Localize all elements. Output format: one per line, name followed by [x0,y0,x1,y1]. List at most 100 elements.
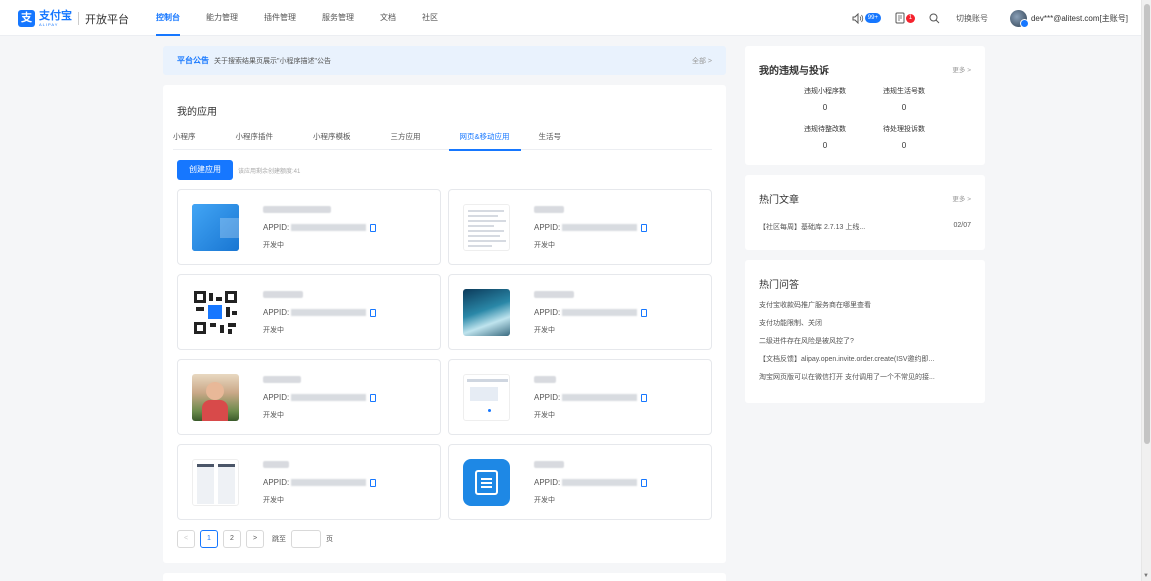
goto-page-input[interactable] [291,530,321,548]
violations-card: 我的违规与投诉 更多 > 违规小程序数 0 违规生活号数 0 违规待整改数 0 … [745,46,985,165]
stat-value: 0 [901,103,907,112]
app-status: 开发中 [263,497,284,504]
copy-icon[interactable] [641,308,648,317]
switch-account-link[interactable]: 切换账号 [956,13,988,24]
app-thumbnail [463,204,510,251]
nav-item-community[interactable]: 社区 [422,0,438,36]
alipay-logo[interactable]: 支 支付宝 ALIPAY 开放平台 [18,10,129,27]
hot-questions-card: 热门问答 支付宝收款码推广服务商在哪里查看 支付功能限制、关闭 二级进件存在风险… [745,260,985,403]
logo-text-cn: 支付宝 [39,9,72,22]
stat-label: 违规待整改数 [804,126,846,133]
app-card[interactable]: APPID: 开发中 [448,444,712,520]
todo-button[interactable]: 1 [895,12,915,24]
copy-icon[interactable] [370,478,377,487]
appid-label: APPID: [263,308,290,317]
app-name-redacted [263,461,289,468]
article-item[interactable]: 【社区每周】基础库 2.7.13 上线... 02/07 [759,222,971,232]
page-1-button[interactable]: 1 [200,530,218,548]
tab-mini-program-template[interactable]: 小程序模板 [301,130,379,150]
app-thumbnail [463,459,510,506]
question-item[interactable]: 淘宝网页版可以在微信打开 支付调用了一个不常见的接... [759,372,935,382]
create-quota-text: 该应用剩余创建额度:41 [238,169,301,175]
announcement-text[interactable]: 关于搜索结果页展示"小程序描述"公告 [214,56,331,66]
nav-item-console[interactable]: 控制台 [156,0,180,36]
tab-mini-program[interactable]: 小程序 [173,130,224,150]
question-item[interactable]: 支付功能限制、关闭 [759,318,822,328]
stat-violating-life-accounts[interactable]: 违规生活号数 0 [864,86,944,112]
page-scrollbar[interactable]: ▼ [1141,0,1151,581]
app-card[interactable]: APPID: 开发中 [177,359,441,435]
hot-articles-more-link[interactable]: 更多 > [952,193,971,203]
logo-text: 支付宝 ALIPAY [39,9,72,27]
my-apps-title: 我的应用 [177,107,217,118]
nav-item-docs[interactable]: 文档 [380,0,396,36]
copy-icon[interactable] [370,308,377,317]
page-2-button[interactable]: 2 [223,530,241,548]
app-status: 开发中 [534,242,555,249]
app-card[interactable]: APPID: 开发中 [448,359,712,435]
app-card[interactable]: APPID: 开发中 [177,444,441,520]
prev-page-button[interactable]: < [177,530,195,548]
scrollbar-thumb[interactable] [1144,4,1150,444]
stat-label: 违规生活号数 [883,88,925,95]
logo-divider [78,12,79,25]
stat-value: 0 [822,141,828,150]
stat-pending-complaints[interactable]: 待处理投诉数 0 [864,124,944,150]
question-item[interactable]: 二级进件存在风险是被风控了? [759,336,854,346]
tab-mini-program-plugin[interactable]: 小程序插件 [224,130,302,150]
user-menu[interactable]: dev***@alitest.com[主账号] [1009,9,1128,28]
appid-value-redacted [562,224,638,231]
goto-label: 跳至 [272,536,286,543]
notification-badge: 99+ [864,13,881,23]
scroll-down-arrow-icon[interactable]: ▼ [1143,573,1149,579]
article-date: 02/07 [953,222,971,229]
article-title: 【社区每周】基础库 2.7.13 上线... [759,224,866,231]
copy-icon[interactable] [370,223,377,232]
tab-web-mobile-apps[interactable]: 网页&移动应用 [448,130,521,151]
question-item[interactable]: 【文档反馈】alipay.open.invite.order.create(IS… [759,354,934,364]
announcement-label: 平台公告 [177,56,209,65]
announcement-all-link[interactable]: 全部 > [692,56,712,66]
app-status: 开发中 [534,327,555,334]
app-card[interactable]: APPID: 开发中 [177,189,441,265]
app-thumbnail [192,289,239,336]
app-name-redacted [534,206,564,213]
copy-icon[interactable] [641,478,648,487]
copy-icon[interactable] [641,223,648,232]
next-page-button[interactable]: > [246,530,264,548]
app-card[interactable]: APPID: 开发中 [177,274,441,350]
app-thumbnail [463,374,510,421]
app-card[interactable]: APPID: 开发中 [448,189,712,265]
app-status: 开发中 [534,412,555,419]
app-type-tabs: 小程序 小程序插件 小程序模板 三方应用 网页&移动应用 生活号 [173,130,712,151]
violations-more-link[interactable]: 更多 > [952,64,971,74]
my-apps-card: 我的应用 小程序 小程序插件 小程序模板 三方应用 网页&移动应用 生活号 创建… [163,85,726,563]
stat-violating-mini-programs[interactable]: 违规小程序数 0 [785,86,865,112]
nav-item-services[interactable]: 服务管理 [322,0,354,36]
app-status: 开发中 [534,497,555,504]
appid-label: APPID: [263,223,290,232]
user-account-name: dev***@alitest.com[主账号] [1030,13,1128,23]
violations-title: 我的违规与投诉 [759,66,829,77]
app-thumbnail [463,289,510,336]
logo-text-en: ALIPAY [39,21,59,27]
create-app-button[interactable]: 创建应用 [177,160,233,180]
page-unit-label: 页 [326,536,333,543]
notification-button[interactable]: 99+ [852,12,881,24]
appid-value-redacted [562,479,638,486]
nav-item-capabilities[interactable]: 能力管理 [206,0,238,36]
app-thumbnail [192,204,239,251]
app-thumbnail [192,374,239,421]
tab-third-party-apps[interactable]: 三方应用 [379,130,449,150]
tab-life-account[interactable]: 生活号 [521,130,574,150]
appid-value-redacted [291,394,367,401]
app-card[interactable]: APPID: 开发中 [448,274,712,350]
copy-icon[interactable] [641,393,648,402]
nav-item-plugins[interactable]: 插件管理 [264,0,296,36]
stat-pending-rectification[interactable]: 违规待整改数 0 [785,124,865,150]
top-navigation-bar: 支 支付宝 ALIPAY 开放平台 控制台 能力管理 插件管理 服务管理 文档 … [0,0,1141,36]
copy-icon[interactable] [370,393,377,402]
question-item[interactable]: 支付宝收款码推广服务商在哪里查看 [759,300,871,310]
appid-label: APPID: [263,393,290,402]
search-button[interactable] [929,13,940,24]
